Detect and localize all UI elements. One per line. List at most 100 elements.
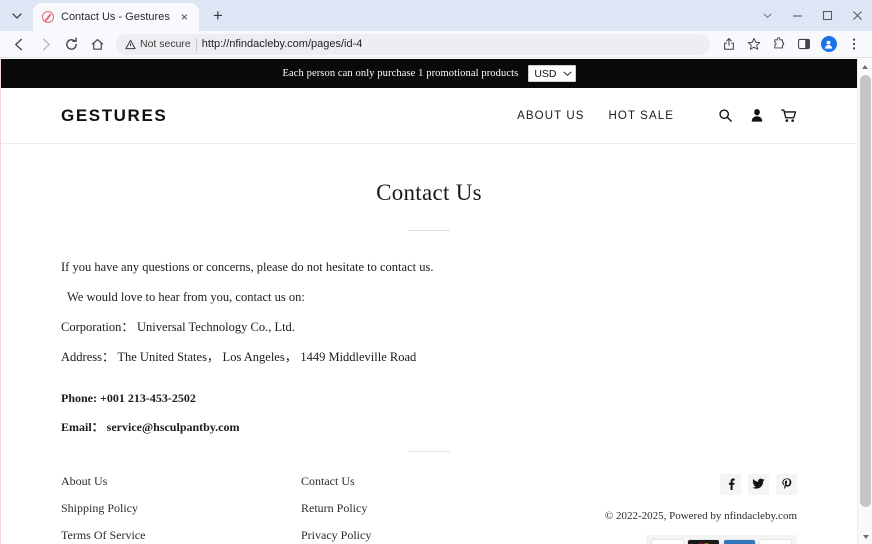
footer-divider	[408, 450, 450, 452]
announcement-text: Each person can only purchase 1 promotio…	[282, 68, 519, 79]
caret-up-icon	[862, 64, 868, 69]
new-tab-button[interactable]: +	[205, 3, 231, 29]
amex-card-icon	[723, 538, 756, 544]
bookmark-button[interactable]	[742, 33, 765, 56]
window-controls	[752, 0, 872, 31]
contact-phone: Phone: +001 213-453-2502	[61, 390, 196, 405]
browser-toolbar: Not secure http://nfindacleby.com/pages/…	[0, 31, 872, 58]
security-status-label: Not secure	[140, 38, 191, 50]
chevron-down-icon	[562, 71, 572, 77]
extensions-button[interactable]	[767, 33, 790, 56]
facebook-icon[interactable]	[720, 473, 741, 495]
title-divider	[408, 230, 450, 231]
footer-link-about-us[interactable]: About Us	[61, 474, 301, 489]
minimize-icon	[792, 15, 802, 17]
chevron-down-icon	[762, 13, 772, 18]
scroll-up-button[interactable]	[858, 59, 872, 74]
browser-window: Contact Us - Gestures × + Not secure htt…	[0, 0, 872, 544]
not-secure-warning-icon	[125, 39, 136, 49]
scroll-down-button[interactable]	[858, 529, 872, 544]
contact-address: Address： The United States， Los Angeles，…	[61, 349, 417, 364]
address-bar[interactable]: Not secure http://nfindacleby.com/pages/…	[116, 33, 710, 55]
page-scrollbar[interactable]	[857, 59, 872, 544]
footer-column-one: About Us Shipping Policy Terms Of Servic…	[61, 474, 301, 544]
url-text: http://nfindacleby.com/pages/id-4	[201, 38, 363, 50]
primary-navigation: ABOUT US HOT SALE	[517, 108, 797, 123]
page-viewport: Each person can only purchase 1 promotio…	[0, 59, 872, 544]
account-icon[interactable]	[750, 108, 764, 123]
share-button[interactable]	[717, 33, 740, 56]
contact-corporation: Corporation： Universal Technology Co., L…	[61, 319, 295, 334]
chrome-menu-button[interactable]	[842, 33, 865, 56]
nav-link-about-us[interactable]: ABOUT US	[517, 110, 584, 122]
contact-body: If you have any questions or concerns, p…	[61, 259, 797, 435]
side-panel-icon	[797, 38, 810, 50]
footer-columns: About Us Shipping Policy Terms Of Servic…	[61, 473, 797, 544]
footer-link-contact-us[interactable]: Contact Us	[301, 474, 541, 489]
home-icon	[91, 38, 103, 50]
cart-icon[interactable]	[781, 108, 797, 123]
scrollbar-thumb[interactable]	[860, 75, 871, 507]
site-footer: About Us Shipping Policy Terms Of Servic…	[1, 450, 857, 544]
maximize-icon	[822, 10, 832, 21]
maximize-window-button[interactable]	[812, 0, 842, 31]
back-button[interactable]	[7, 32, 31, 56]
contact-paragraph: If you have any questions or concerns, p…	[61, 260, 434, 274]
footer-link-privacy-policy[interactable]: Privacy Policy	[301, 528, 541, 543]
minimize-window-button[interactable]	[782, 0, 812, 31]
three-dot-menu-icon	[852, 38, 855, 50]
site-header: GESTURES ABOUT US HOT SALE	[1, 88, 857, 144]
profile-button[interactable]	[817, 33, 840, 56]
close-icon	[852, 11, 862, 20]
omnibox-separator	[195, 37, 197, 51]
footer-link-shipping-policy[interactable]: Shipping Policy	[61, 501, 301, 516]
tab-close-button[interactable]: ×	[177, 10, 192, 25]
profile-avatar-icon	[820, 36, 837, 52]
security-status[interactable]: Not secure	[125, 38, 191, 50]
chevron-down-icon	[12, 13, 22, 19]
footer-column-two: Contact Us Return Policy Privacy Policy	[301, 474, 541, 544]
announcement-bar: Each person can only purchase 1 promotio…	[1, 59, 857, 88]
header-icon-group	[718, 108, 797, 123]
footer-right-column: © 2022-2025, Powered by nfindacleby.com …	[604, 473, 797, 544]
visa-card-icon: VISA	[651, 538, 684, 544]
contact-paragraph: We would love to hear from you, contact …	[67, 289, 305, 304]
reload-icon	[65, 37, 77, 50]
reload-button[interactable]	[59, 32, 83, 56]
currency-selector[interactable]: USD	[528, 65, 576, 82]
main-content: Contact Us If you have any questions or …	[1, 180, 857, 435]
forward-arrow-icon	[42, 38, 50, 50]
footer-link-terms-of-service[interactable]: Terms Of Service	[61, 528, 301, 543]
window-chevron-button[interactable]	[752, 0, 782, 31]
tab-strip: Contact Us - Gestures × +	[0, 0, 872, 31]
close-window-button[interactable]	[842, 0, 872, 31]
mastercard-card-icon: mastercard	[687, 538, 720, 544]
web-page: Each person can only purchase 1 promotio…	[0, 59, 857, 544]
side-panel-button[interactable]	[792, 33, 815, 56]
copyright-text: © 2022-2025, Powered by nfindacleby.com	[604, 509, 797, 522]
browser-tab[interactable]: Contact Us - Gestures ×	[33, 3, 199, 31]
person-icon	[824, 40, 833, 49]
site-logo[interactable]: GESTURES	[61, 106, 167, 126]
extensions-puzzle-icon	[773, 37, 784, 49]
bookmark-star-icon	[747, 37, 760, 50]
home-button[interactable]	[85, 32, 109, 56]
contact-email: Email： service@hsculpantby.com	[61, 419, 240, 434]
page-title: Contact Us	[376, 180, 482, 205]
tab-title: Contact Us - Gestures	[61, 11, 170, 23]
footer-link-return-policy[interactable]: Return Policy	[301, 501, 541, 516]
forward-button[interactable]	[33, 32, 57, 56]
currency-value: USD	[534, 67, 557, 80]
caret-down-icon	[862, 534, 869, 539]
pinterest-icon[interactable]	[776, 473, 797, 495]
payment-methods: VISA mastercard DISC\u004fVERNETWORK	[646, 534, 797, 544]
social-links	[720, 473, 797, 495]
share-icon	[723, 38, 734, 50]
twitter-icon[interactable]	[748, 473, 769, 495]
tab-favicon-icon	[42, 11, 54, 23]
tab-search-button[interactable]	[4, 3, 30, 29]
back-arrow-icon	[14, 38, 22, 50]
search-icon[interactable]	[718, 108, 733, 123]
nav-link-hot-sale[interactable]: HOT SALE	[609, 110, 674, 122]
discover-card-icon: DISC\u004fVERNETWORK	[759, 538, 792, 544]
